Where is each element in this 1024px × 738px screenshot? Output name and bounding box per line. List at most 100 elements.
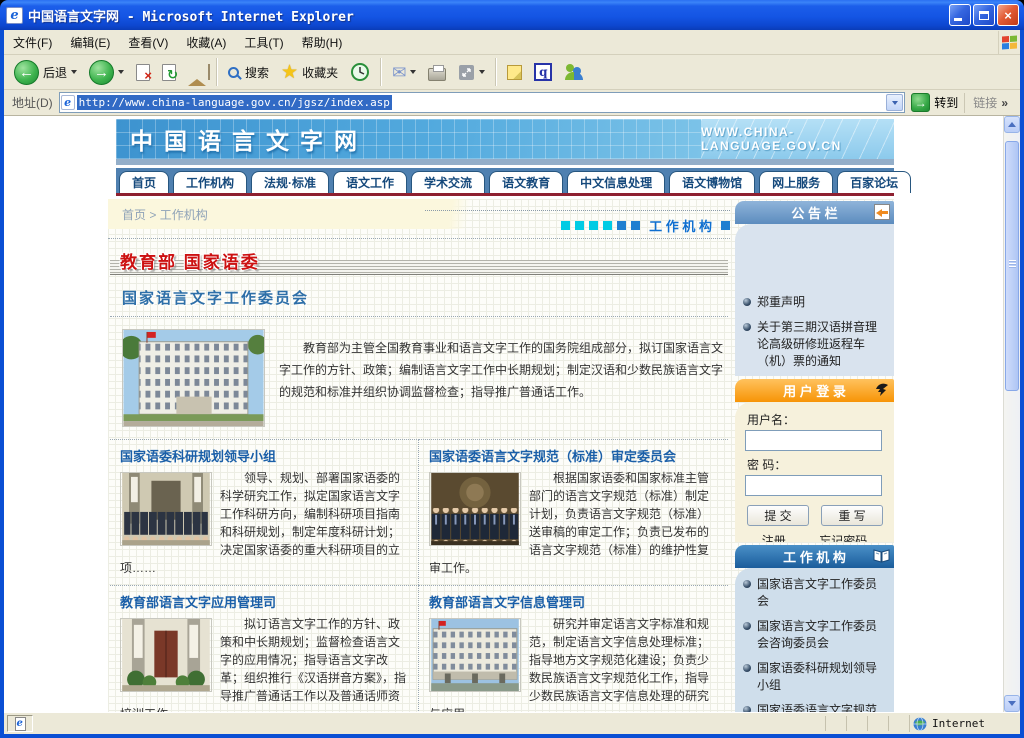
org-section-title: 国家语委科研规划领导小组 <box>120 446 410 465</box>
reset-button[interactable]: 重 写 <box>821 505 883 526</box>
submit-button[interactable]: 提 交 <box>747 505 809 526</box>
scroll-down-button[interactable] <box>1004 695 1020 712</box>
minimize-button[interactable] <box>949 4 971 26</box>
menu-edit[interactable]: 编辑(E) <box>61 31 119 54</box>
tab-forum[interactable]: 百家论坛 <box>837 171 911 193</box>
close-button[interactable]: × <box>997 4 1019 26</box>
refresh-button[interactable]: ↻ <box>156 61 182 84</box>
notice-item[interactable]: 关于第三期汉语拼音理论高级研修班返程车（机）票的通知 <box>743 319 886 370</box>
site-name: 中国语言文字网 <box>116 122 368 156</box>
edit-button[interactable] <box>452 61 491 84</box>
scroll-up-button[interactable] <box>1004 116 1020 133</box>
tab-language-work[interactable]: 语文工作 <box>333 171 407 193</box>
favorites-button[interactable]: ★ 收藏夹 <box>275 60 344 85</box>
breadcrumb-bar: 首页 > 工作机构 <box>108 199 730 229</box>
org-link[interactable]: 国家语委语言文字规范(标准)审定委员会 <box>743 702 888 712</box>
org-section-title: 教育部语言文字信息管理司 <box>429 592 720 611</box>
back-button[interactable]: ← 后退 <box>8 57 83 88</box>
scrollbar-thumb[interactable] <box>1005 141 1019 391</box>
mail-button[interactable]: ✉ <box>386 61 422 84</box>
menu-tools[interactable]: 工具(T) <box>235 31 292 54</box>
tab-language-education[interactable]: 语文教育 <box>489 171 563 193</box>
tab-organizations[interactable]: 工作机构 <box>173 171 247 193</box>
orgs-panel: 工 作 机 构 <box>735 545 894 712</box>
address-url-text: http://www.china-language.gov.cn/jgsz/in… <box>77 95 392 110</box>
links-label: 链接 <box>973 94 997 111</box>
banner-divider <box>116 159 894 165</box>
history-button[interactable] <box>344 59 376 85</box>
title-bar: e 中国语言文字网 - Microsoft Internet Explorer … <box>0 0 1024 30</box>
vertical-scrollbar[interactable] <box>1003 116 1020 712</box>
status-page-cell <box>7 715 33 732</box>
menu-favorites[interactable]: 收藏(A) <box>177 31 235 54</box>
page-content: 中国语言文字网 WWW.CHINA-LANGUAGE.GOV.CN 首页 工作机… <box>4 116 1003 712</box>
status-pane <box>867 716 888 731</box>
tab-language-museum[interactable]: 语文博物馆 <box>669 171 755 193</box>
deco-square <box>589 221 598 230</box>
refresh-icon: ↻ <box>162 64 176 81</box>
tab-chinese-info-processing[interactable]: 中文信息处理 <box>567 171 665 193</box>
quick-search-button[interactable]: q <box>528 60 558 84</box>
arrow-down-icon <box>1008 701 1016 706</box>
tab-academic-exchange[interactable]: 学术交流 <box>411 171 485 193</box>
print-button[interactable] <box>422 61 452 84</box>
windows-logo-icon <box>998 31 1020 54</box>
address-dropdown-button[interactable] <box>886 94 903 111</box>
org-link[interactable]: 国家语言文字工作委员会咨询委员会 <box>743 618 888 652</box>
deco-square <box>721 221 730 230</box>
committee-title: 国家语言文字工作委员会 <box>110 281 728 317</box>
maximize-button[interactable] <box>973 4 995 26</box>
back-dropdown-icon[interactable] <box>71 70 77 74</box>
forward-button[interactable]: → <box>83 57 130 88</box>
status-pane <box>846 716 867 731</box>
tab-online-services[interactable]: 网上服务 <box>759 171 833 193</box>
password-field[interactable] <box>745 475 882 496</box>
mail-dropdown-icon[interactable] <box>410 70 416 74</box>
ministry-building-photo <box>122 329 265 427</box>
forgot-password-link[interactable]: 忘记密码 <box>819 532 867 542</box>
home-button[interactable] <box>182 60 212 84</box>
orgs-header: 工 作 机 构 <box>735 545 894 568</box>
standard-toolbar: ← 后退 → × ↻ 搜索 ★ 收 <box>4 55 1020 90</box>
go-button[interactable]: → 转到 <box>905 93 964 112</box>
bullet-icon <box>743 706 751 712</box>
login-panel: 用 户 登 录 用户名： 密 码： <box>735 379 894 542</box>
address-input[interactable]: e http://www.china-language.gov.cn/jgsz/… <box>59 92 906 113</box>
scrollbar-track[interactable] <box>1004 133 1020 695</box>
window-frame: 文件(F) 编辑(E) 查看(V) 收藏(A) 工具(T) 帮助(H) ← 后退… <box>0 30 1024 738</box>
committee-intro: 教育部为主管全国教育事业和语言文字工作的国务院组成部分，拟订国家语言文字工作的方… <box>108 317 730 439</box>
menu-file[interactable]: 文件(F) <box>4 31 61 54</box>
messenger-button[interactable] <box>558 61 590 84</box>
org-section: 教育部语言文字信息管理司 <box>419 585 728 712</box>
org-link[interactable]: 国家语言文字工作委员会 <box>743 576 888 610</box>
notice-item[interactable]: 郑重声明 <box>743 294 886 311</box>
org-link[interactable]: 国家语委科研规划领导小组 <box>743 660 888 694</box>
menu-help[interactable]: 帮助(H) <box>293 31 352 54</box>
tab-home[interactable]: 首页 <box>119 171 169 193</box>
toolbar-separator <box>495 58 497 86</box>
links-toolbar[interactable]: 链接 » <box>964 93 1016 113</box>
org-section-title: 国家语委语言文字规范（标准）审定委员会 <box>429 446 720 465</box>
notes-button[interactable] <box>501 62 528 83</box>
address-bar: 地址(D) e http://www.china-language.gov.cn… <box>4 90 1020 116</box>
section-title: 工 作 机 构 <box>649 216 712 235</box>
status-message <box>33 715 825 732</box>
menu-view[interactable]: 查看(V) <box>119 31 177 54</box>
stop-button[interactable]: × <box>130 61 156 84</box>
agency-heading: 教育部 国家语委 <box>110 247 728 277</box>
status-pane <box>825 716 846 731</box>
register-link[interactable]: 注册 <box>762 532 786 542</box>
site-url: WWW.CHINA-LANGUAGE.GOV.CN <box>701 125 894 153</box>
status-bar: Internet <box>4 712 1020 734</box>
breadcrumb-home-link[interactable]: 首页 <box>122 208 146 222</box>
username-field[interactable] <box>745 430 882 451</box>
org-section-title: 教育部语言文字应用管理司 <box>120 592 410 611</box>
search-button[interactable]: 搜索 <box>222 61 275 84</box>
tab-regulations-standards[interactable]: 法规·标准 <box>251 171 329 193</box>
deco-square <box>631 221 640 230</box>
forward-dropdown-icon[interactable] <box>118 70 124 74</box>
window-title: 中国语言文字网 - Microsoft Internet Explorer <box>28 6 949 25</box>
favorites-label: 收藏夹 <box>302 64 338 81</box>
toolbar-separator <box>216 58 218 86</box>
edit-dropdown-icon[interactable] <box>479 70 485 74</box>
